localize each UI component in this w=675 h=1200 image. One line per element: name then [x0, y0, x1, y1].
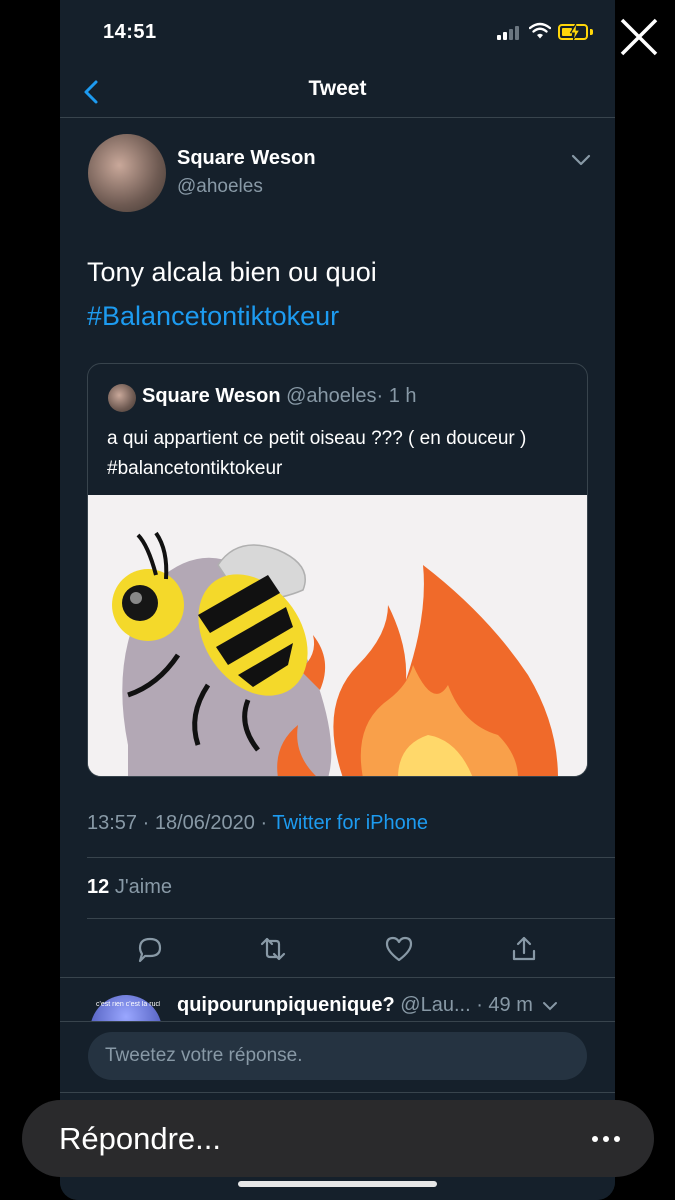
- chevron-down-icon[interactable]: [542, 999, 558, 1013]
- divider: [87, 857, 615, 858]
- tweet-timestamp: 13:57 · 18/06/2020 ·: [87, 812, 273, 834]
- more-options-icon[interactable]: [588, 1124, 624, 1154]
- tweet-actions: [60, 930, 615, 970]
- quote-header: Square Weson @ahoeles· 1 h: [142, 385, 417, 408]
- composer-bar: Tweetez votre réponse.: [60, 1021, 615, 1091]
- likes-count[interactable]: 12 J'aime: [87, 876, 172, 899]
- status-bar: 14:51: [60, 0, 615, 66]
- author-name[interactable]: Square Weson: [177, 147, 316, 170]
- quoted-tweet[interactable]: Square Weson @ahoeles· 1 h a qui apparti…: [87, 363, 588, 777]
- battery-icon: [558, 23, 588, 41]
- quote-author-handle: @ahoeles: [286, 385, 377, 407]
- reply-tweet[interactable]: c'est rien c'est la ruche quipourunpique…: [60, 977, 615, 1021]
- nav-bar: Tweet: [60, 66, 615, 118]
- cell-signal-icon: [497, 26, 519, 40]
- author-avatar[interactable]: [88, 134, 166, 212]
- tweet-hashtag[interactable]: #Balancetontiktokeur: [87, 294, 587, 338]
- reply-author-name: quipourunpiquenique?: [177, 994, 395, 1016]
- page-title: Tweet: [308, 77, 367, 100]
- status-time: 14:51: [103, 21, 157, 43]
- share-icon[interactable]: [509, 934, 539, 964]
- retweet-icon[interactable]: [258, 934, 288, 964]
- reply-input-placeholder: Tweetez votre réponse.: [105, 1045, 303, 1066]
- charging-bolt-icon: [569, 23, 581, 41]
- home-indicator[interactable]: [238, 1181, 437, 1187]
- quote-avatar: [108, 384, 136, 412]
- quote-text: a qui appartient ce petit oiseau ??? ( e…: [107, 428, 527, 479]
- tweet-body: Tony alcala bien ou quoi: [87, 257, 377, 287]
- twitter-app-screen: 14:51 Tweet Square Weson @ahoeles Tony a: [60, 0, 615, 1200]
- reply-icon[interactable]: [135, 934, 165, 964]
- quote-author-name: Square Weson: [142, 385, 281, 407]
- likes-label: J'aime: [114, 876, 172, 898]
- bee-and-fire-emoji-image: [88, 495, 587, 776]
- tweet-source-link[interactable]: Twitter for iPhone: [272, 812, 428, 834]
- reply-header: quipourunpiquenique? @Lau... · 49 m: [177, 994, 558, 1017]
- reply-avatar: c'est rien c'est la ruche: [90, 995, 162, 1021]
- like-icon[interactable]: [384, 934, 414, 964]
- quote-media-image[interactable]: [88, 495, 587, 776]
- chevron-down-icon[interactable]: [570, 150, 592, 170]
- tweet-meta: 13:57 · 18/06/2020 · Twitter for iPhone: [87, 812, 428, 835]
- divider: [87, 918, 615, 919]
- battery-cap: [590, 29, 593, 35]
- reply-input[interactable]: Tweetez votre réponse.: [88, 1032, 587, 1080]
- reply-overlay-bar[interactable]: Répondre...: [22, 1100, 654, 1177]
- wifi-icon: [529, 22, 551, 39]
- reply-time: · 49 m: [476, 994, 533, 1016]
- quote-time: · 1 h: [376, 385, 417, 407]
- reply-avatar-text: c'est rien c'est la ruche: [96, 1001, 160, 1008]
- tweet-text: Tony alcala bien ou quoi #Balancetontikt…: [87, 250, 587, 338]
- author-handle[interactable]: @ahoeles: [177, 176, 263, 198]
- reply-overlay-label: Répondre...: [59, 1121, 221, 1156]
- reply-author-handle: @Lau...: [400, 994, 471, 1016]
- close-icon[interactable]: [618, 16, 660, 58]
- likes-number: 12: [87, 876, 110, 898]
